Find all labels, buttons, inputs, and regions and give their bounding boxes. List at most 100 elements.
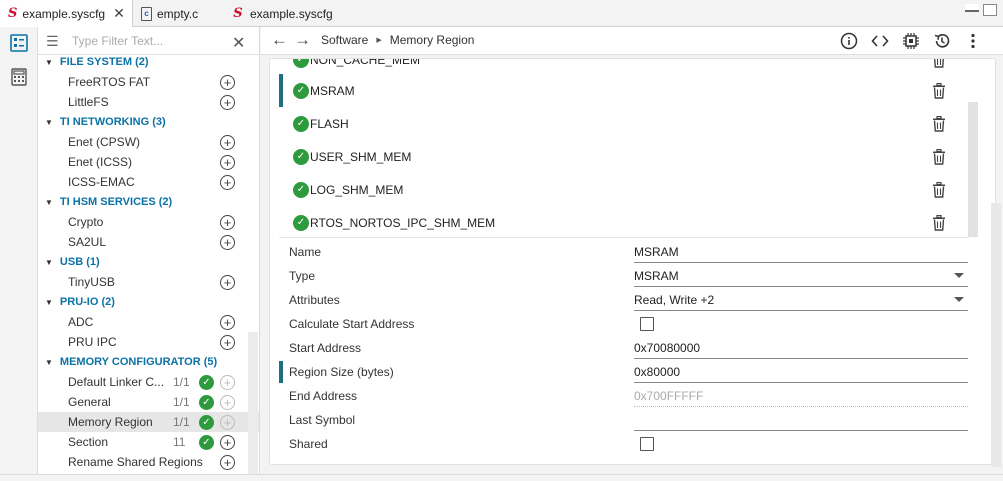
module-item[interactable]: LittleFS + bbox=[38, 92, 259, 112]
code-view-icon[interactable] bbox=[870, 31, 890, 51]
filter-input[interactable] bbox=[72, 33, 222, 48]
selection-indicator bbox=[279, 361, 283, 383]
breadcrumb-memory-region[interactable]: Memory Region bbox=[390, 33, 475, 47]
more-options-icon[interactable] bbox=[963, 31, 983, 51]
add-icon[interactable]: + bbox=[220, 94, 235, 110]
instance-count: 1/1 bbox=[173, 375, 190, 389]
module-item[interactable]: ADC + bbox=[38, 312, 259, 332]
status-bar bbox=[0, 474, 1003, 481]
region-name: LOG_SHM_MEM bbox=[310, 182, 404, 197]
trash-icon[interactable] bbox=[932, 82, 946, 99]
add-icon[interactable]: + bbox=[220, 334, 235, 350]
module-item[interactable]: Section 11 ✓ + bbox=[38, 432, 259, 452]
region-item[interactable]: ✓ USER_SHM_MEM bbox=[270, 140, 970, 173]
module-item[interactable]: Crypto + bbox=[38, 212, 259, 232]
module-item[interactable]: TinyUSB + bbox=[38, 272, 259, 292]
calculator-view-button[interactable] bbox=[0, 61, 38, 95]
window-controls bbox=[965, 4, 997, 16]
tab-example-syscfg-1[interactable]: S example.syscfg ✕ bbox=[0, 0, 133, 27]
trash-icon[interactable] bbox=[932, 115, 946, 132]
clear-filter-icon[interactable]: ✕ bbox=[232, 33, 245, 53]
region-item[interactable]: ✓ MSRAM bbox=[270, 74, 970, 107]
module-label: Section bbox=[68, 435, 109, 449]
chevron-down-icon: ▼ bbox=[45, 117, 53, 127]
module-item[interactable]: Rename Shared Regions + bbox=[38, 452, 259, 472]
region-list-scrollbar[interactable] bbox=[968, 102, 978, 237]
close-icon[interactable]: ✕ bbox=[113, 5, 125, 22]
region-item[interactable]: ✓ LOG_SHM_MEM bbox=[270, 173, 970, 206]
type-select[interactable]: MSRAM bbox=[634, 269, 968, 287]
add-icon[interactable]: + bbox=[220, 434, 235, 450]
add-icon[interactable]: + bbox=[220, 154, 235, 170]
forward-arrow-icon[interactable]: → bbox=[294, 30, 311, 50]
trash-icon[interactable] bbox=[932, 214, 946, 231]
check-icon: ✓ bbox=[199, 434, 214, 450]
history-icon[interactable] bbox=[932, 31, 952, 51]
module-item[interactable]: SA2UL + bbox=[38, 232, 259, 252]
attributes-select[interactable]: Read, Write +2 bbox=[634, 293, 968, 311]
main-content: ✓ NON_CACHE_MEM ✓ MSRAM ✓ FLASH ✓ USER_SHM_MEM ✓… bbox=[261, 55, 1003, 474]
chevron-down-icon: ▼ bbox=[45, 197, 53, 207]
content-scrollbar[interactable] bbox=[991, 203, 1001, 467]
last-symbol-field[interactable] bbox=[634, 413, 968, 431]
category-header[interactable]: ▼ FILE SYSTEM (2) bbox=[38, 52, 259, 72]
category-label: MEMORY CONFIGURATOR (5) bbox=[59, 356, 218, 368]
module-sidebar: ☰ ✕ ▼FILE SYSTEM (2)FreeRTOS FAT+LittleF… bbox=[38, 27, 260, 474]
module-item[interactable]: Enet (CPSW) + bbox=[38, 132, 259, 152]
start-address-field[interactable]: 0x70080000 bbox=[634, 341, 968, 359]
check-icon: ✓ bbox=[293, 148, 309, 165]
dropdown-arrow-icon bbox=[954, 297, 964, 302]
instance-count: 1/1 bbox=[173, 395, 190, 409]
tab-label: empty.c bbox=[157, 6, 199, 21]
module-label: TinyUSB bbox=[68, 275, 115, 289]
back-arrow-icon[interactable]: ← bbox=[271, 30, 288, 50]
maximize-button[interactable] bbox=[983, 4, 997, 16]
module-item[interactable]: Memory Region 1/1 ✓ + bbox=[38, 412, 259, 432]
module-item[interactable]: Default Linker C... 1/1 ✓ + bbox=[38, 372, 259, 392]
type-value: MSRAM bbox=[634, 269, 679, 283]
trash-icon[interactable] bbox=[932, 148, 946, 165]
module-item[interactable]: PRU IPC + bbox=[38, 332, 259, 352]
region-item[interactable]: ✓ FLASH bbox=[270, 107, 970, 140]
category-header[interactable]: ▼ MEMORY CONFIGURATOR (5) bbox=[38, 352, 259, 372]
check-icon: ✓ bbox=[199, 414, 214, 430]
tab-empty-c[interactable]: c empty.c bbox=[133, 0, 223, 27]
module-item[interactable]: FreeRTOS FAT + bbox=[38, 72, 259, 92]
trash-icon[interactable] bbox=[932, 181, 946, 198]
region-size-field[interactable]: 0x80000 bbox=[634, 365, 968, 383]
module-item[interactable]: General 1/1 ✓ + bbox=[38, 392, 259, 412]
region-item[interactable]: ✓ RTOS_NORTOS_IPC_SHM_MEM bbox=[270, 206, 970, 237]
shared-checkbox[interactable] bbox=[640, 437, 654, 451]
add-icon[interactable]: + bbox=[220, 74, 235, 90]
trash-icon[interactable] bbox=[932, 59, 946, 68]
add-icon[interactable]: + bbox=[220, 214, 235, 230]
tab-label: example.syscfg bbox=[22, 6, 106, 21]
add-icon[interactable]: + bbox=[220, 314, 235, 330]
category-header[interactable]: ▼ PRU-IO (2) bbox=[38, 292, 259, 312]
attributes-label: Attributes bbox=[289, 293, 340, 307]
add-icon[interactable]: + bbox=[220, 274, 235, 290]
breadcrumb-software[interactable]: Software bbox=[321, 33, 368, 47]
category-header[interactable]: ▼ TI HSM SERVICES (2) bbox=[38, 192, 259, 212]
info-icon[interactable] bbox=[839, 31, 859, 51]
sidebar-scrollbar[interactable] bbox=[248, 332, 258, 474]
module-label: Enet (CPSW) bbox=[68, 135, 141, 149]
add-icon[interactable]: + bbox=[220, 234, 235, 250]
tab-example-syscfg-2[interactable]: S example.syscfg bbox=[223, 0, 343, 27]
add-icon[interactable]: + bbox=[220, 454, 235, 470]
minimize-button[interactable] bbox=[965, 4, 979, 12]
module-view-button[interactable] bbox=[0, 27, 38, 61]
region-size-label: Region Size (bytes) bbox=[289, 365, 394, 379]
add-icon[interactable]: + bbox=[220, 134, 235, 150]
category-header[interactable]: ▼ USB (1) bbox=[38, 252, 259, 272]
name-field[interactable]: MSRAM bbox=[634, 245, 968, 263]
category-header[interactable]: ▼ TI NETWORKING (3) bbox=[38, 112, 259, 132]
category-label: FILE SYSTEM (2) bbox=[59, 56, 149, 68]
calc-start-checkbox[interactable] bbox=[640, 317, 654, 331]
add-icon[interactable]: + bbox=[220, 174, 235, 190]
module-item[interactable]: ICSS-EMAC + bbox=[38, 172, 259, 192]
module-item[interactable]: Enet (ICSS) + bbox=[38, 152, 259, 172]
chip-icon[interactable] bbox=[901, 31, 921, 51]
module-label: Rename Shared Regions bbox=[68, 455, 203, 469]
syscfg-icon: S bbox=[233, 6, 243, 21]
